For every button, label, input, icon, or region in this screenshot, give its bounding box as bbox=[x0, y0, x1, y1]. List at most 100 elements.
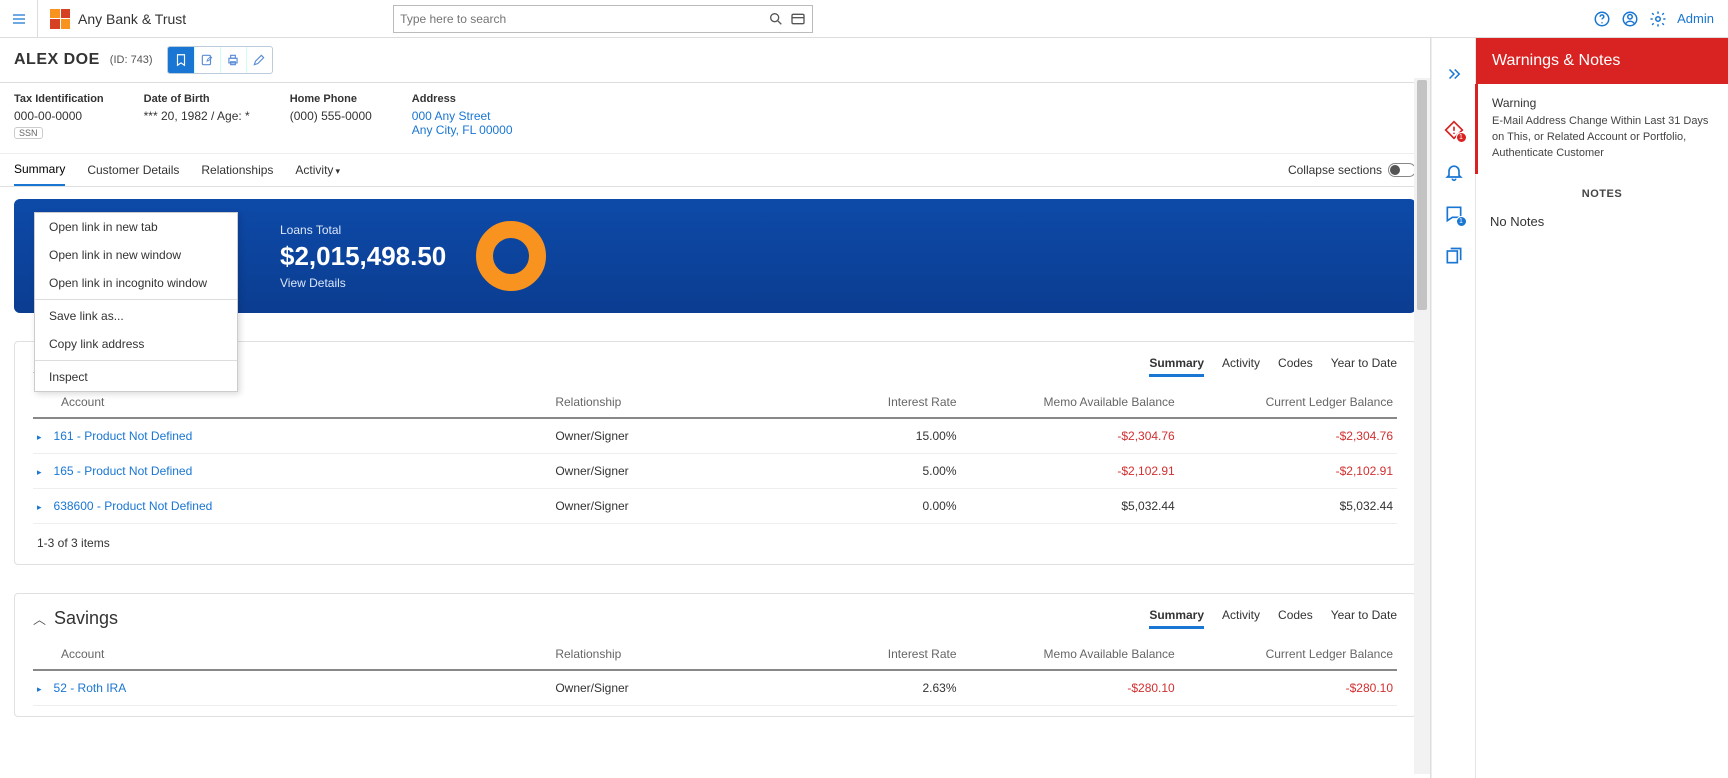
col-ledger: Current Ledger Balance bbox=[1179, 387, 1397, 418]
ssn-badge: SSN bbox=[14, 127, 43, 139]
ctx-open-new-tab[interactable]: Open link in new tab bbox=[35, 213, 237, 241]
documents-icon bbox=[1444, 246, 1464, 266]
tax-id-value: 000-00-0000 bbox=[14, 109, 104, 123]
checking-table: Account Relationship Interest Rate Memo … bbox=[33, 387, 1397, 524]
table-row: ▸638600 - Product Not DefinedOwner/Signe… bbox=[33, 489, 1397, 524]
rail-chat-button[interactable]: 1 bbox=[1444, 204, 1464, 224]
chevron-right-icon[interactable]: ▸ bbox=[37, 684, 42, 695]
table-row: ▸165 - Product Not DefinedOwner/Signer5.… bbox=[33, 454, 1397, 489]
rail-bell-button[interactable] bbox=[1444, 162, 1464, 182]
logo: Any Bank & Trust bbox=[38, 9, 198, 29]
logo-mark-icon bbox=[50, 9, 70, 29]
warning-item: Warning E-Mail Address Change Within Las… bbox=[1475, 84, 1728, 174]
relationship-cell: Owner/Signer bbox=[551, 489, 797, 524]
col-relationship: Relationship bbox=[551, 639, 797, 670]
ctx-save-link-as[interactable]: Save link as... bbox=[35, 302, 237, 330]
table-row: ▸52 - Roth IRAOwner/Signer2.63%-$280.10-… bbox=[33, 670, 1397, 706]
tab-activity[interactable]: Activity▾ bbox=[295, 163, 340, 185]
bookmark-button[interactable] bbox=[168, 47, 194, 73]
account-link[interactable]: ▸52 - Roth IRA bbox=[33, 670, 551, 706]
savings-table: Account Relationship Interest Rate Memo … bbox=[33, 639, 1397, 706]
col-memo: Memo Available Balance bbox=[961, 639, 1179, 670]
tab-summary[interactable]: Summary bbox=[14, 162, 65, 186]
scroll-thumb[interactable] bbox=[1417, 80, 1427, 310]
savings-card: ︿ Savings Summary Activity Codes Year to… bbox=[14, 593, 1416, 717]
card-icon[interactable] bbox=[790, 11, 806, 27]
print-button[interactable] bbox=[220, 47, 246, 73]
rate-cell: 2.63% bbox=[797, 670, 961, 706]
col-relationship: Relationship bbox=[551, 387, 797, 418]
ledger-cell: -$280.10 bbox=[1179, 670, 1397, 706]
collapse-icon[interactable]: ︿ bbox=[33, 609, 46, 628]
loans-total-amount: $2,015,498.50 bbox=[280, 241, 446, 272]
ctx-copy-link-address[interactable]: Copy link address bbox=[35, 330, 237, 358]
col-memo: Memo Available Balance bbox=[961, 387, 1179, 418]
customer-name: ALEX DOE bbox=[14, 51, 100, 69]
warning-body: E-Mail Address Change Within Last 31 Day… bbox=[1492, 114, 1714, 162]
right-rail: 1 1 bbox=[1431, 38, 1475, 778]
dob-value: *** 20, 1982 / Age: * bbox=[144, 109, 250, 123]
vertical-scrollbar[interactable] bbox=[1414, 78, 1430, 774]
ctx-open-incognito[interactable]: Open link in incognito window bbox=[35, 269, 237, 297]
address-line2[interactable]: Any City, FL 00000 bbox=[412, 123, 513, 137]
panel-title: Warnings & Notes bbox=[1476, 38, 1728, 84]
chat-badge: 1 bbox=[1456, 216, 1467, 227]
edit-button[interactable] bbox=[194, 47, 220, 73]
account-link[interactable]: ▸161 - Product Not Defined bbox=[33, 418, 551, 454]
customer-header: ALEX DOE (ID: 743) bbox=[0, 38, 1430, 83]
collapse-panel-button[interactable] bbox=[1432, 50, 1476, 98]
col-rate: Interest Rate bbox=[797, 387, 961, 418]
card-tab-summary[interactable]: Summary bbox=[1149, 356, 1204, 377]
ctx-inspect[interactable]: Inspect bbox=[35, 363, 237, 391]
topbar: Any Bank & Trust Admin bbox=[0, 0, 1728, 38]
relationship-cell: Owner/Signer bbox=[551, 670, 797, 706]
card-tab-codes[interactable]: Codes bbox=[1278, 356, 1313, 377]
view-details-link[interactable]: View Details bbox=[280, 276, 446, 290]
rail-docs-button[interactable] bbox=[1444, 246, 1464, 266]
card-tab-ytd[interactable]: Year to Date bbox=[1331, 356, 1397, 377]
account-link[interactable]: ▸165 - Product Not Defined bbox=[33, 454, 551, 489]
bell-icon bbox=[1444, 162, 1464, 182]
account-link[interactable]: ▸638600 - Product Not Defined bbox=[33, 489, 551, 524]
gear-icon[interactable] bbox=[1649, 10, 1667, 28]
card-tab-activity[interactable]: Activity bbox=[1222, 608, 1260, 629]
chevron-right-icon[interactable]: ▸ bbox=[37, 432, 42, 443]
ledger-cell: -$2,102.91 bbox=[1179, 454, 1397, 489]
admin-link[interactable]: Admin bbox=[1677, 11, 1714, 26]
tab-relationships[interactable]: Relationships bbox=[201, 163, 273, 185]
collapse-toggle[interactable] bbox=[1388, 163, 1416, 177]
rate-cell: 15.00% bbox=[797, 418, 961, 454]
warnings-notes-panel: Warnings & Notes Warning E-Mail Address … bbox=[1475, 38, 1728, 778]
user-icon[interactable] bbox=[1621, 10, 1639, 28]
ctx-open-new-window[interactable]: Open link in new window bbox=[35, 241, 237, 269]
memo-cell: -$2,102.91 bbox=[961, 454, 1179, 489]
bank-name: Any Bank & Trust bbox=[78, 11, 186, 27]
help-icon[interactable] bbox=[1593, 10, 1611, 28]
tab-customer-details[interactable]: Customer Details bbox=[87, 163, 179, 185]
search-box[interactable] bbox=[393, 5, 813, 33]
collapse-sections-control[interactable]: Collapse sections bbox=[1288, 163, 1416, 185]
col-rate: Interest Rate bbox=[797, 639, 961, 670]
search-icon[interactable] bbox=[768, 11, 784, 27]
card-tab-ytd[interactable]: Year to Date bbox=[1331, 608, 1397, 629]
hamburger-icon bbox=[11, 11, 27, 27]
home-phone-value: (000) 555-0000 bbox=[290, 109, 372, 123]
card-tab-codes[interactable]: Codes bbox=[1278, 608, 1313, 629]
rail-warning-button[interactable]: 1 bbox=[1444, 120, 1464, 140]
pencil-button[interactable] bbox=[246, 47, 272, 73]
relationship-cell: Owner/Signer bbox=[551, 418, 797, 454]
address-line1[interactable]: 000 Any Street bbox=[412, 109, 513, 123]
dob-label: Date of Birth bbox=[144, 93, 250, 105]
card-tabs: Summary Activity Codes Year to Date bbox=[1149, 608, 1397, 629]
home-phone-label: Home Phone bbox=[290, 93, 372, 105]
hamburger-menu-button[interactable] bbox=[0, 0, 38, 38]
edit-note-icon bbox=[200, 53, 214, 67]
chevron-right-double-icon bbox=[1445, 65, 1463, 83]
no-notes-text: No Notes bbox=[1476, 208, 1728, 235]
chevron-right-icon[interactable]: ▸ bbox=[37, 467, 42, 478]
search-input[interactable] bbox=[400, 12, 762, 26]
card-tab-summary[interactable]: Summary bbox=[1149, 608, 1204, 629]
card-tab-activity[interactable]: Activity bbox=[1222, 356, 1260, 377]
chevron-right-icon[interactable]: ▸ bbox=[37, 502, 42, 513]
ledger-cell: $5,032.44 bbox=[1179, 489, 1397, 524]
